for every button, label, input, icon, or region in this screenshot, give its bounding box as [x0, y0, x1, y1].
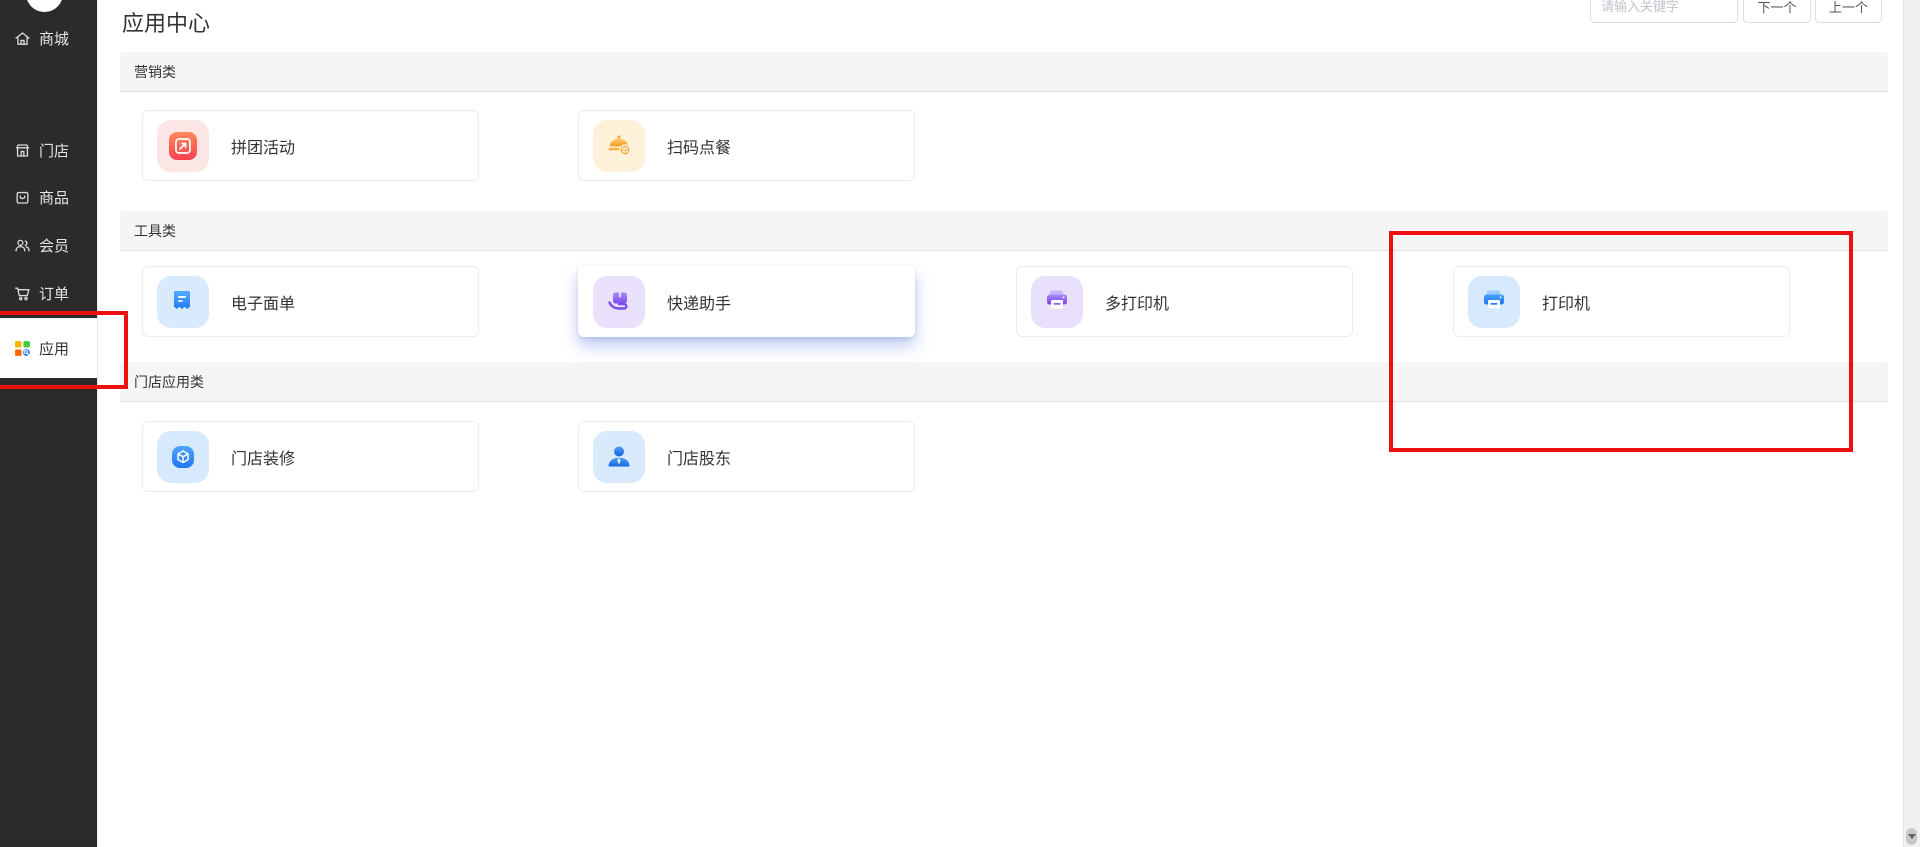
sidebar-item-goods[interactable]: 商品: [0, 177, 97, 217]
sidebar-item-label: 会员: [39, 237, 70, 255]
sidebar-item-label: 应用: [39, 340, 70, 358]
printer-icon: [1468, 275, 1520, 328]
content-left-border: [97, 0, 98, 847]
sidebar-item-label: 商品: [39, 189, 70, 207]
app-card-label: 扫码点餐: [667, 139, 732, 157]
app-card-label: 打印机: [1542, 295, 1591, 313]
storefront-icon: [13, 141, 32, 160]
section-header-store-apps: 门店应用类: [120, 362, 1888, 402]
app-card-group-buy[interactable]: 拼团活动: [142, 110, 479, 181]
sidebar: 商城 门店 商品 会员 订单 应用: [0, 0, 97, 847]
app-card-label: 快递助手: [667, 295, 732, 313]
annotation-rect-printer-area: [1389, 231, 1853, 452]
next-button[interactable]: 下一个: [1743, 0, 1811, 23]
sidebar-item-orders[interactable]: 订单: [0, 273, 97, 313]
prev-button[interactable]: 上一个: [1815, 0, 1882, 23]
store-shareholder-icon: [593, 430, 645, 483]
sidebar-item-label: 订单: [39, 285, 70, 303]
app-card-label: 门店装修: [231, 450, 296, 468]
scrollbar-track[interactable]: [1903, 0, 1920, 847]
app-card-label: 门店股东: [667, 450, 732, 468]
app-card-store-shareholder[interactable]: 门店股东: [578, 421, 915, 492]
app-card-scan-order[interactable]: 扫码点餐: [578, 110, 915, 181]
section-header-tools: 工具类: [120, 211, 1888, 251]
app-card-label: 多打印机: [1105, 295, 1170, 313]
search-input[interactable]: [1590, 0, 1738, 23]
scroll-down-arrow-icon: [1907, 834, 1916, 839]
section-title: 营销类: [134, 63, 176, 80]
sidebar-item-label: 门店: [39, 142, 70, 160]
group-buy-icon: [157, 119, 209, 172]
waybill-icon: [157, 275, 209, 328]
app-card-label: 拼团活动: [231, 139, 296, 157]
home-icon: [13, 29, 32, 48]
express-helper-icon: [593, 275, 645, 328]
sidebar-item-members[interactable]: 会员: [0, 225, 97, 265]
logo-avatar: [26, 0, 63, 12]
app-card-store-decor[interactable]: 门店装修: [142, 421, 479, 492]
multi-printer-icon: [1031, 275, 1083, 328]
scan-order-icon: [593, 119, 645, 172]
page-title: 应用中心: [122, 11, 211, 36]
apps-grid-icon: [13, 339, 32, 358]
sidebar-item-stores[interactable]: 门店: [0, 130, 97, 170]
sidebar-item-label: 商城: [39, 30, 70, 48]
section-title: 工具类: [134, 222, 176, 239]
cart-icon: [13, 284, 32, 303]
section-title: 门店应用类: [134, 373, 204, 390]
section-header-marketing: 营销类: [120, 52, 1888, 92]
sidebar-item-mall[interactable]: 商城: [0, 18, 97, 58]
members-icon: [13, 236, 32, 255]
app-card-waybill[interactable]: 电子面单: [142, 266, 479, 337]
sidebar-item-apps[interactable]: 应用: [0, 318, 97, 378]
app-card-printer[interactable]: 打印机: [1453, 266, 1790, 337]
store-decor-icon: [157, 430, 209, 483]
scroll-down-button[interactable]: [1906, 828, 1917, 845]
goods-icon: [13, 188, 32, 207]
app-card-multi-printer[interactable]: 多打印机: [1016, 266, 1353, 337]
app-card-express-helper[interactable]: 快递助手: [578, 266, 915, 337]
app-card-label: 电子面单: [231, 295, 296, 313]
